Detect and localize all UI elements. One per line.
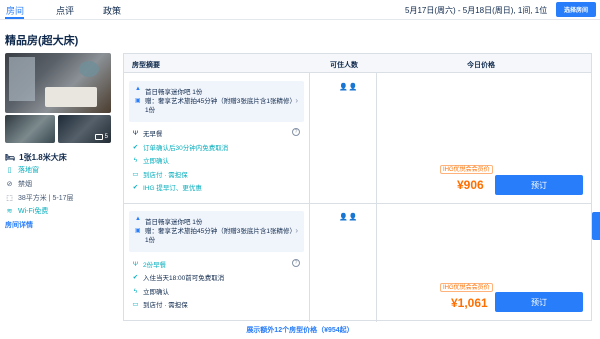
perk-item: ▲ 首日畅享迷你吧 1份 <box>135 86 202 96</box>
row-divider <box>124 203 591 204</box>
policy-payment: ▭ 到店付 · 需担保 <box>132 299 188 309</box>
perk-item: ▣ 赠：奢享艺术旅拍45分钟（附赠3张底片含1张精修）1份 <box>135 227 295 245</box>
no-smoking-icon: ⊘ <box>6 181 13 188</box>
policy-label: 立即确认 <box>143 289 169 296</box>
lightning-icon: ϟ <box>133 156 138 164</box>
perk-item: ▲ 首日畅享迷你吧 1份 <box>135 216 202 226</box>
card-icon: ▭ <box>132 301 139 308</box>
header-occupancy: 可住人数 <box>330 62 358 69</box>
window-icon: ▯ <box>7 167 12 174</box>
member-price-tag: IHG优悦会会员价 <box>440 165 493 174</box>
occupancy-icon: 👤👤 <box>339 84 359 91</box>
policy-instant-confirm: ϟ 立即确认 <box>132 286 169 297</box>
active-tab-indicator <box>5 17 24 19</box>
policy-ihg: ✔ IHG 提早订、更优惠 <box>132 182 202 192</box>
photo-count: 5 <box>104 134 108 140</box>
utensils-icon: Ψ <box>132 129 139 137</box>
room-title: 精品房(超大床) <box>5 35 79 47</box>
feature-floor-window: ▯ 落地窗 <box>5 165 39 175</box>
policy-label: 订单确认后30分钟内免费取消 <box>143 145 229 152</box>
price: ¥906 <box>457 178 484 192</box>
policy-meal: Ψ 无早餐 <box>132 128 163 139</box>
policy-label: 到店付 · 需担保 <box>143 302 188 309</box>
bed-info: 🛏 1张1.8米大床 <box>5 152 67 163</box>
top-navigation-bar: 房间 点评 政策 5月17日(周六) - 5月18日(周日), 1间, 1位 选… <box>0 0 600 20</box>
policy-label: 立即确认 <box>143 158 169 165</box>
column-divider <box>309 73 310 322</box>
lightning-icon: ϟ <box>133 287 138 295</box>
policy-cancellation: ✔ 入住当天18:00前可免费取消 <box>132 272 225 282</box>
feature-wifi: ≋ Wi-Fi免费 <box>5 206 49 216</box>
chevron-right-icon[interactable]: › <box>295 96 298 105</box>
member-price-tag: IHG优悦会会员价 <box>440 283 493 292</box>
info-icon[interactable]: ? <box>292 128 300 136</box>
room-thumbnail-photo-more[interactable]: 5 <box>58 115 111 143</box>
booking-summary[interactable]: 5月17日(周六) - 5月18日(周日), 1间, 1位 <box>405 5 547 16</box>
perk-label: 赠：奢享艺术旅拍45分钟（附赠3张底片含1张精修）1份 <box>145 228 293 244</box>
price: ¥1,061 <box>451 296 488 310</box>
policy-instant-confirm: ϟ 立即确认 <box>132 155 169 166</box>
check-circle-icon: ✔ <box>132 144 139 151</box>
show-more-rates-link[interactable]: 展示额外12个房型价格（¥954起） <box>0 325 600 335</box>
area-icon: ⬚ <box>6 195 13 202</box>
book-button[interactable]: 预订 <box>495 292 583 312</box>
info-icon[interactable]: ? <box>292 259 300 267</box>
policy-label: 无早餐 <box>143 131 163 138</box>
card-icon: ▭ <box>132 171 139 178</box>
chevron-right-icon[interactable]: › <box>295 226 298 235</box>
policy-payment: ▭ 到店付 · 需担保 <box>132 169 188 179</box>
room-main-photo[interactable] <box>5 53 111 113</box>
gift-icon: ▣ <box>135 228 141 234</box>
policy-label: 入住当天18:00前可免费取消 <box>143 275 225 282</box>
feature-area: ⬚ 38平方米 | 5-17层 <box>5 193 74 203</box>
bed-label: 1张1.8米大床 <box>19 153 67 162</box>
tab-reviews[interactable]: 点评 <box>56 4 74 17</box>
feature-no-smoking: ⊘ 禁烟 <box>5 179 32 189</box>
photo-count-badge: 5 <box>94 134 108 140</box>
room-details-link[interactable]: 房间详情 <box>5 220 33 230</box>
perk-box[interactable]: ▲ 首日畅享迷你吧 1份 ▣ 赠：奢享艺术旅拍45分钟（附赠3张底片含1张精修）… <box>129 211 304 252</box>
tab-rooms[interactable]: 房间 <box>6 4 24 17</box>
feature-label: 落地窗 <box>18 167 39 174</box>
table-header: 房型摘要 可住人数 今日价格 <box>124 54 591 73</box>
side-scroll-tab[interactable] <box>592 212 600 240</box>
wifi-icon: ≋ <box>6 208 13 215</box>
policy-label: 到店付 · 需担保 <box>143 172 188 179</box>
bell-icon: ▲ <box>135 216 141 222</box>
policy-meal: Ψ 2份早餐 <box>132 259 167 270</box>
book-button[interactable]: 预订 <box>495 175 583 195</box>
header-summary: 房型摘要 <box>132 62 160 69</box>
gift-icon: ▣ <box>135 98 141 104</box>
tab-policies[interactable]: 政策 <box>103 4 121 17</box>
feature-label: 禁烟 <box>18 181 32 188</box>
utensils-icon: Ψ <box>132 260 139 268</box>
rate-table: 房型摘要 可住人数 今日价格 ▲ 首日畅享迷你吧 1份 ▣ 赠：奢享艺术旅拍45… <box>123 53 592 322</box>
gallery-icon <box>94 134 103 140</box>
column-divider <box>376 73 377 322</box>
policy-cancellation: ✔ 订单确认后30分钟内免费取消 <box>132 142 228 152</box>
room-thumbnail-photo[interactable] <box>5 115 55 143</box>
check-circle-icon: ✔ <box>132 274 139 281</box>
bed-icon: 🛏 <box>5 153 16 162</box>
perk-label: 首日畅享迷你吧 1份 <box>145 219 203 226</box>
feature-label: 38平方米 | 5-17层 <box>18 195 74 202</box>
select-room-button[interactable]: 选择房间 <box>556 2 596 17</box>
header-price: 今日价格 <box>467 62 495 69</box>
policy-label: 2份早餐 <box>143 262 167 269</box>
check-circle-icon: ✔ <box>132 184 139 191</box>
perk-box[interactable]: ▲ 首日畅享迷你吧 1份 ▣ 赠：奢享艺术旅拍45分钟（附赠3张底片含1张精修）… <box>129 81 304 122</box>
bell-icon: ▲ <box>135 86 141 92</box>
perk-item: ▣ 赠：奢享艺术旅拍45分钟（附赠3张底片含1张精修）1份 <box>135 97 295 115</box>
policy-label: IHG 提早订、更优惠 <box>143 185 202 192</box>
perk-label: 赠：奢享艺术旅拍45分钟（附赠3张底片含1张精修）1份 <box>145 98 293 114</box>
occupancy-icon: 👤👤 <box>339 214 359 221</box>
perk-label: 首日畅享迷你吧 1份 <box>145 89 203 96</box>
feature-label: Wi-Fi免费 <box>18 208 49 215</box>
